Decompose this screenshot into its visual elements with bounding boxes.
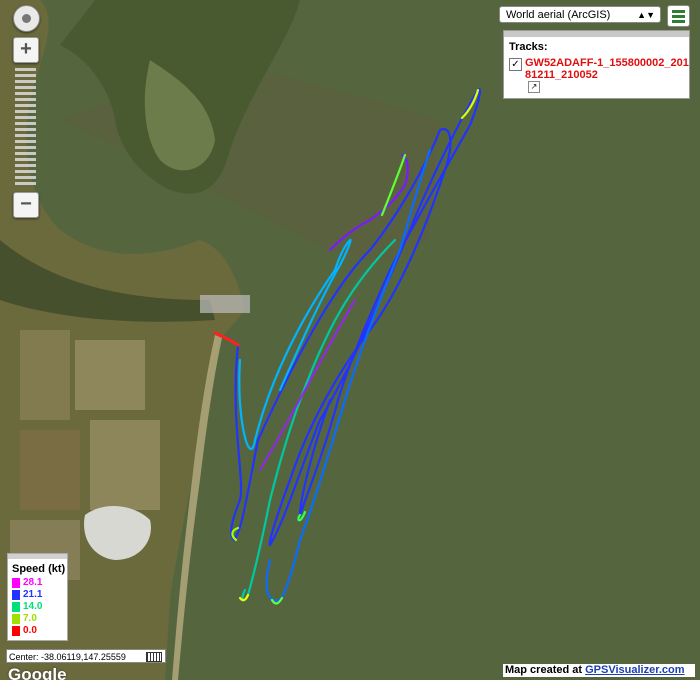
legend-value: 21.1 [23, 589, 43, 600]
tracks-title: Tracks: [509, 41, 548, 53]
tracks-panel-handle[interactable] [504, 31, 689, 37]
legend-swatch [12, 602, 20, 612]
legend-title: Speed (kt) [12, 563, 66, 575]
credit-prefix: Map created at [505, 664, 586, 676]
zoom-out-button[interactable]: − [13, 192, 39, 218]
zoom-in-button[interactable]: + [13, 37, 39, 63]
track-checkbox[interactable]: ✓ [509, 58, 522, 71]
gps-track [213, 87, 481, 605]
track-segment [238, 593, 250, 602]
track-segment [265, 148, 432, 602]
legend-swatch [12, 626, 20, 636]
select-caret-icon: ▲▼ [637, 10, 655, 20]
center-coordinates-text: Center: -38.06119,147.25559 [9, 652, 126, 662]
track-segment [213, 331, 240, 347]
map-credit: Map created at GPSVisualizer.com [503, 664, 695, 677]
legend-entry: 0.0 [8, 625, 67, 637]
menu-button[interactable] [667, 5, 690, 27]
legend-entry: 28.1 [8, 577, 67, 589]
legend-handle[interactable] [8, 554, 67, 559]
legend-value: 7.0 [23, 613, 37, 624]
ruler-icon[interactable] [146, 652, 162, 662]
hamburger-icon [672, 10, 685, 13]
legend-entry: 14.0 [8, 601, 67, 613]
track-name[interactable]: GW52ADAFF-1_155800002_20181211_210052 [525, 57, 690, 81]
track-segment [230, 87, 481, 547]
legend-swatch [12, 614, 20, 624]
center-coordinates: Center: -38.06119,147.25559 [6, 649, 166, 663]
legend-entry: 7.0 [8, 613, 67, 625]
tracks-panel: Tracks: ✓ GW52ADAFF-1_155800002_20181211… [503, 30, 690, 99]
external-link-icon[interactable]: ↗ [528, 81, 540, 93]
legend-swatch [12, 590, 20, 600]
legend-value: 28.1 [23, 577, 43, 588]
pan-control[interactable] [13, 5, 40, 32]
map-canvas[interactable]: + − World aerial (ArcGIS) ▲▼ Tracks: ✓ G… [0, 0, 700, 680]
map-layer-select[interactable]: World aerial (ArcGIS) ▲▼ [499, 6, 661, 23]
legend-value: 14.0 [23, 601, 43, 612]
legend-entry: 21.1 [8, 589, 67, 601]
track-segment [328, 153, 409, 252]
track-segment [259, 299, 356, 471]
google-logo: Google [8, 665, 67, 680]
map-layer-value: World aerial (ArcGIS) [506, 9, 611, 21]
speed-legend: Speed (kt) 28.1 21.1 14.0 7.0 0.0 [7, 553, 68, 641]
pan-center-icon [22, 14, 31, 23]
legend-value: 0.0 [23, 625, 37, 636]
credit-link[interactable]: GPSVisualizer.com [585, 664, 684, 676]
legend-swatch [12, 578, 20, 588]
